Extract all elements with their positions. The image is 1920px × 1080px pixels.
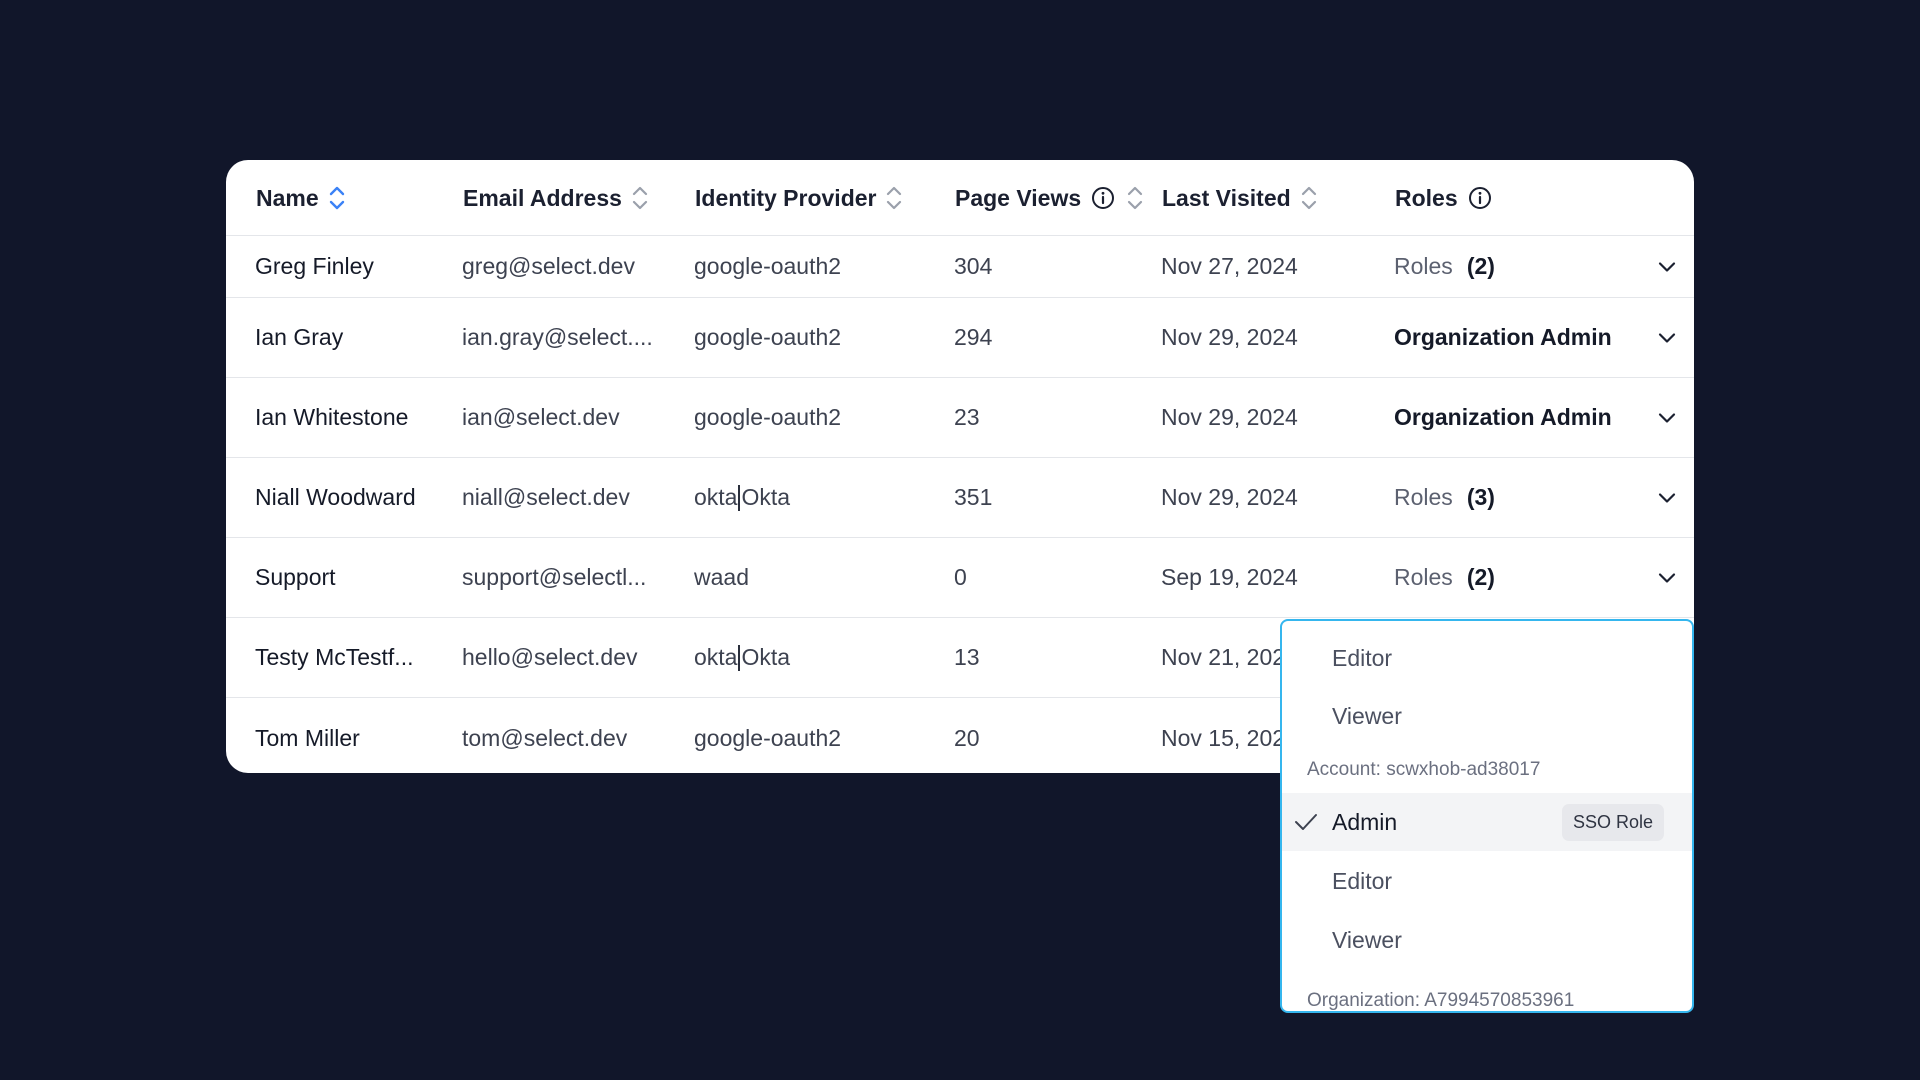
roles-count: (2)	[1466, 564, 1495, 590]
separator-bar	[738, 644, 741, 671]
cell-page-views: 0	[954, 564, 967, 590]
cell-roles[interactable]: Roles (2)	[1394, 538, 1495, 617]
cell-name: Greg Finley	[255, 253, 374, 279]
cell-roles[interactable]: Roles (2)	[1394, 236, 1495, 297]
cell-identity-provider: okta Okta	[694, 458, 790, 537]
role-option-label: Editor	[1332, 867, 1393, 894]
cell-page-views: 13	[954, 644, 980, 670]
cell-last-visited: Sep 19, 2024	[1161, 564, 1298, 590]
column-header-name[interactable]: Name	[256, 160, 345, 236]
group-header-account: Account: scwxhob-ad38017	[1307, 759, 1541, 780]
column-label: Identity Provider	[695, 184, 877, 211]
check-icon	[1294, 812, 1318, 832]
role-option-label: Editor	[1332, 644, 1393, 671]
cell-last-visited: Nov 29, 2024	[1161, 404, 1298, 430]
cell-page-views: 294	[954, 324, 993, 350]
cell-roles[interactable]: Organization Admin	[1394, 378, 1612, 457]
table-header: Name Email Address Identity Provider Pag…	[226, 160, 1694, 236]
table-row[interactable]: Support support@selectl... waad 0 Sep 19…	[226, 538, 1694, 618]
cell-email: niall@select.dev	[462, 484, 630, 510]
cell-identity-provider: google-oauth2	[694, 724, 842, 751]
cell-identity-provider: google-oauth2	[694, 404, 842, 430]
table-row[interactable]: Ian Whitestone ian@select.dev google-oau…	[226, 378, 1694, 458]
role-option-viewer[interactable]: Viewer	[1282, 911, 1692, 969]
cell-identity-provider: google-oauth2	[694, 324, 842, 350]
table-row[interactable]: Ian Gray ian.gray@select.... google-oaut…	[226, 298, 1694, 378]
role-option-viewer[interactable]: Viewer	[1282, 687, 1692, 745]
cell-email: greg@select.dev	[462, 253, 635, 279]
cell-page-views: 304	[954, 253, 993, 279]
cell-name: Ian Gray	[255, 324, 344, 350]
group-header-organization: Organization: A7994570853961	[1307, 990, 1575, 1011]
roles-label: Organization Admin	[1394, 404, 1612, 430]
roles-label: Organization Admin	[1394, 324, 1612, 350]
table-row[interactable]: Greg Finley greg@select.dev google-oauth…	[226, 236, 1694, 298]
role-option-editor[interactable]: Editor	[1282, 629, 1692, 687]
column-header-email[interactable]: Email Address	[463, 160, 648, 236]
cell-email: hello@select.dev	[462, 644, 638, 670]
idp-connection: okta	[694, 644, 738, 670]
info-icon[interactable]	[1468, 186, 1492, 210]
sort-icon[interactable]	[1301, 185, 1317, 211]
cell-page-views: 351	[954, 484, 993, 510]
roles-label: Roles	[1394, 484, 1453, 510]
column-label: Name	[256, 184, 319, 211]
column-header-roles: Roles	[1395, 160, 1492, 236]
cell-name: Ian Whitestone	[255, 404, 409, 430]
roles-dropdown-menu[interactable]: Editor Viewer Account: scwxhob-ad38017 A…	[1280, 619, 1694, 1013]
cell-last-visited: Nov 21, 2024	[1161, 644, 1298, 670]
cell-email: support@selectl...	[462, 564, 647, 590]
cell-last-visited: Nov 29, 2024	[1161, 484, 1298, 510]
column-header-last-visited[interactable]: Last Visited	[1162, 160, 1317, 236]
cell-identity-provider: google-oauth2	[694, 253, 842, 279]
cell-last-visited: Nov 27, 2024	[1161, 253, 1298, 279]
sso-role-badge: SSO Role	[1561, 803, 1664, 841]
roles-label: Roles	[1394, 253, 1453, 279]
role-option-editor[interactable]: Editor	[1282, 852, 1692, 910]
separator-bar	[738, 484, 741, 511]
idp-connection: okta	[694, 484, 738, 510]
idp-name: Okta	[741, 484, 791, 510]
column-label: Page Views	[955, 184, 1082, 211]
idp-name: Okta	[741, 644, 791, 670]
cell-page-views: 23	[954, 404, 980, 430]
column-label: Last Visited	[1162, 184, 1291, 211]
column-label: Email Address	[463, 184, 622, 211]
cell-identity-provider: waad	[694, 564, 749, 590]
chevron-down-icon[interactable]	[1658, 538, 1676, 617]
sort-icon[interactable]	[886, 185, 902, 211]
cell-page-views: 20	[954, 724, 980, 751]
chevron-down-icon[interactable]	[1658, 236, 1676, 297]
cell-email: tom@select.dev	[462, 724, 628, 751]
table-row[interactable]: Niall Woodward niall@select.dev okta Okta…	[226, 458, 1694, 538]
sort-active-icon[interactable]	[329, 185, 345, 211]
roles-label: Roles	[1394, 564, 1453, 590]
cell-last-visited: Nov 29, 2024	[1161, 324, 1298, 350]
cell-name: Testy McTestf...	[255, 644, 414, 670]
column-header-identity-provider[interactable]: Identity Provider	[695, 160, 902, 236]
role-option-label: Viewer	[1332, 926, 1402, 953]
column-label: Roles	[1395, 184, 1458, 211]
chevron-down-icon[interactable]	[1658, 458, 1676, 537]
cell-email: ian@select.dev	[462, 404, 620, 430]
sort-icon[interactable]	[632, 185, 648, 211]
cell-roles[interactable]: Organization Admin	[1394, 298, 1612, 377]
role-option-admin[interactable]: Admin SSO Role	[1282, 793, 1692, 851]
info-icon[interactable]	[1091, 186, 1115, 210]
cell-name: Niall Woodward	[255, 484, 416, 510]
chevron-down-icon[interactable]	[1658, 378, 1676, 457]
sort-icon[interactable]	[1127, 185, 1143, 211]
cell-last-visited: Nov 15, 2024	[1161, 724, 1298, 751]
cell-name: Tom Miller	[255, 724, 360, 751]
chevron-down-icon[interactable]	[1658, 298, 1676, 377]
cell-identity-provider: okta Okta	[694, 618, 790, 697]
roles-count: (2)	[1466, 253, 1495, 279]
cell-name: Support	[255, 564, 336, 590]
cell-roles[interactable]: Roles (3)	[1394, 458, 1495, 537]
role-option-label: Viewer	[1332, 702, 1402, 729]
role-option-label: Admin	[1332, 808, 1398, 835]
roles-count: (3)	[1466, 484, 1495, 510]
cell-email: ian.gray@select....	[462, 324, 653, 350]
column-header-page-views[interactable]: Page Views	[955, 160, 1143, 236]
